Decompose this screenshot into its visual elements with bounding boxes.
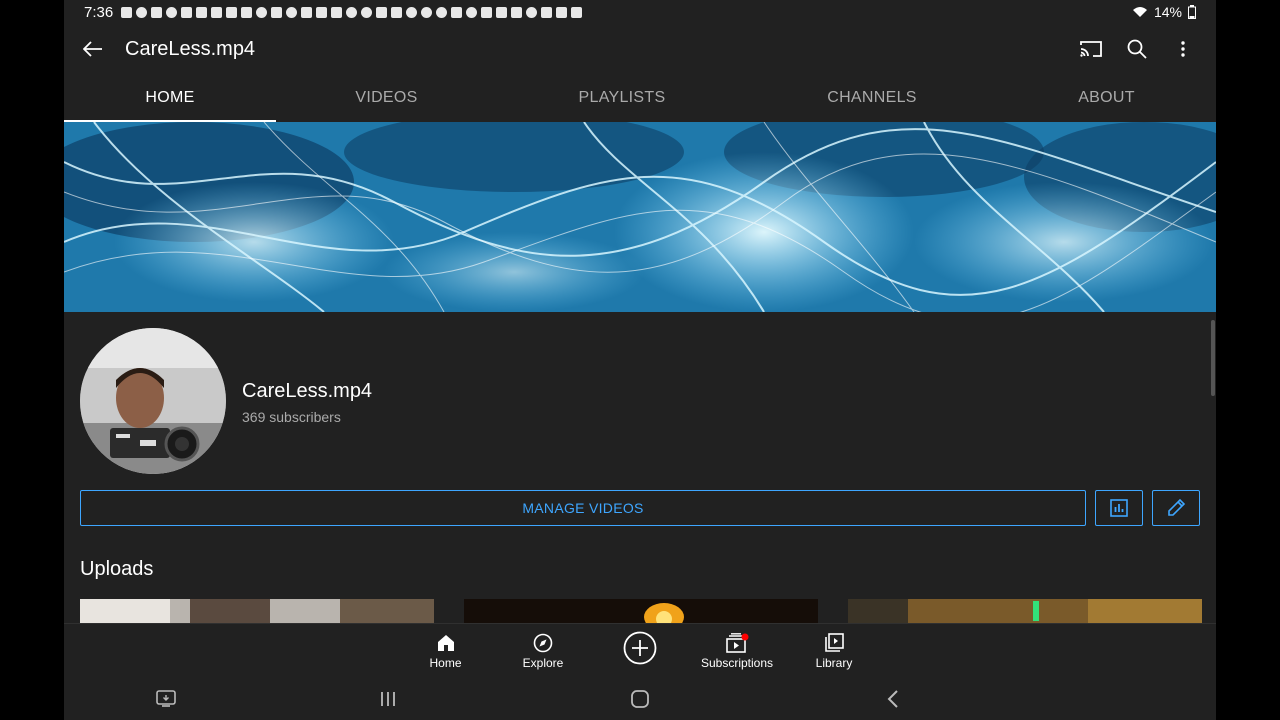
channel-name: CareLess.mp4 — [242, 380, 373, 402]
notification-icon — [256, 6, 268, 18]
back-arrow-icon — [83, 41, 102, 57]
thumbnail-image — [80, 599, 434, 623]
system-navigation-bar — [64, 677, 1216, 720]
system-back-button[interactable] — [878, 685, 908, 713]
uploads-section-title: Uploads — [80, 558, 154, 580]
status-bar: 7:36 14% — [64, 0, 1216, 24]
tab-channels[interactable]: CHANNELS — [747, 74, 997, 122]
status-right: 14% — [1132, 4, 1196, 20]
video-thumbnail[interactable] — [848, 599, 1202, 623]
nav-home-label: Home — [429, 655, 462, 670]
notification-icon — [481, 6, 493, 18]
home-circle-icon — [631, 690, 649, 708]
manage-videos-button[interactable]: MANAGE VIDEOS — [80, 490, 1086, 526]
thumbnail-image — [848, 599, 1202, 623]
search-icon — [1127, 39, 1147, 59]
notification-icon — [496, 6, 508, 18]
recent-apps-icon — [381, 692, 395, 706]
wifi-icon — [1132, 7, 1147, 17]
compass-icon — [533, 633, 553, 652]
nav-subscriptions[interactable]: Subscriptions — [694, 624, 780, 678]
analytics-icon — [1110, 499, 1128, 517]
notification-icon — [136, 6, 148, 18]
notification-icon — [301, 6, 313, 18]
subscriptions-icon — [726, 632, 749, 653]
tab-videos[interactable]: VIDEOS — [276, 74, 497, 122]
screen-mirror-icon — [156, 690, 176, 707]
video-thumbnail[interactable] — [80, 599, 434, 623]
search-button[interactable] — [1114, 26, 1160, 72]
notification-icon — [391, 6, 403, 18]
notification-dot — [741, 633, 749, 640]
channel-avatar[interactable] — [80, 328, 226, 474]
notification-icon — [316, 6, 328, 18]
app-bar-actions — [1068, 26, 1206, 72]
nav-explore[interactable]: Explore — [514, 624, 572, 678]
notification-icon — [526, 6, 538, 18]
bottom-navigation: Home Explore Subscriptions Library — [64, 623, 1216, 677]
banner-artwork — [64, 122, 1216, 312]
chevron-left-icon — [887, 690, 898, 708]
page-title: CareLess.mp4 — [125, 37, 256, 60]
edit-channel-button[interactable] — [1152, 490, 1200, 526]
nav-library[interactable]: Library — [812, 624, 856, 678]
app-screen: 7:36 14% CareLess.mp4 HOME VIDEOS PLAYLI… — [64, 0, 1216, 720]
notification-icon — [121, 6, 133, 18]
notification-icon — [211, 6, 223, 18]
notification-icon — [271, 6, 283, 18]
analytics-button[interactable] — [1095, 490, 1143, 526]
notification-icon — [196, 6, 208, 18]
avatar-image — [80, 328, 226, 474]
back-button[interactable] — [65, 24, 121, 74]
home-system-button[interactable] — [625, 685, 655, 713]
channel-banner — [64, 122, 1216, 312]
video-thumbnail[interactable] — [464, 599, 818, 623]
more-vertical-icon — [1181, 41, 1185, 57]
pencil-icon — [1168, 498, 1186, 516]
thumbnail-image — [464, 599, 818, 623]
recent-apps-button[interactable] — [373, 685, 403, 713]
tab-playlists[interactable]: PLAYLISTS — [497, 74, 747, 122]
more-options-button[interactable] — [1160, 26, 1206, 72]
cast-icon — [1080, 41, 1102, 57]
scrollbar[interactable] — [1211, 320, 1215, 396]
notification-icon — [151, 6, 163, 18]
subscriber-count: 369 subscribers — [242, 409, 341, 425]
library-icon — [825, 632, 844, 652]
notification-icon — [346, 6, 358, 18]
cast-button[interactable] — [1068, 26, 1114, 72]
notification-icon — [226, 6, 238, 18]
notification-icon — [511, 6, 523, 18]
tab-about[interactable]: ABOUT — [997, 74, 1216, 122]
nav-subscriptions-label: Subscriptions — [700, 655, 774, 670]
notification-icons — [121, 6, 583, 18]
nav-explore-label: Explore — [522, 655, 564, 670]
nav-home[interactable]: Home — [420, 624, 471, 678]
notification-icon — [331, 6, 343, 18]
status-time: 7:36 — [84, 3, 114, 21]
notification-icon — [556, 6, 568, 18]
notification-icon — [166, 6, 178, 18]
home-icon — [437, 634, 454, 651]
app-bar: CareLess.mp4 — [64, 24, 1216, 74]
screen-mirror-button[interactable] — [151, 685, 181, 713]
notification-icon — [541, 6, 553, 18]
notification-icon — [361, 6, 373, 18]
nav-library-label: Library — [815, 655, 853, 670]
create-button[interactable] — [623, 631, 657, 665]
battery-percentage: 14% — [1153, 4, 1182, 20]
notification-icon — [466, 6, 478, 18]
channel-tabs: HOME VIDEOS PLAYLISTS CHANNELS ABOUT — [64, 74, 1216, 122]
notification-icon — [286, 6, 298, 18]
tab-home[interactable]: HOME — [64, 74, 276, 122]
notification-icon — [436, 6, 448, 18]
notification-icon — [406, 6, 418, 18]
notification-icon — [571, 6, 583, 18]
notification-icon — [421, 6, 433, 18]
notification-icon — [376, 6, 388, 18]
notification-icon — [181, 6, 193, 18]
battery-icon — [1188, 5, 1196, 19]
notification-icon — [451, 6, 463, 18]
notification-icon — [241, 6, 253, 18]
